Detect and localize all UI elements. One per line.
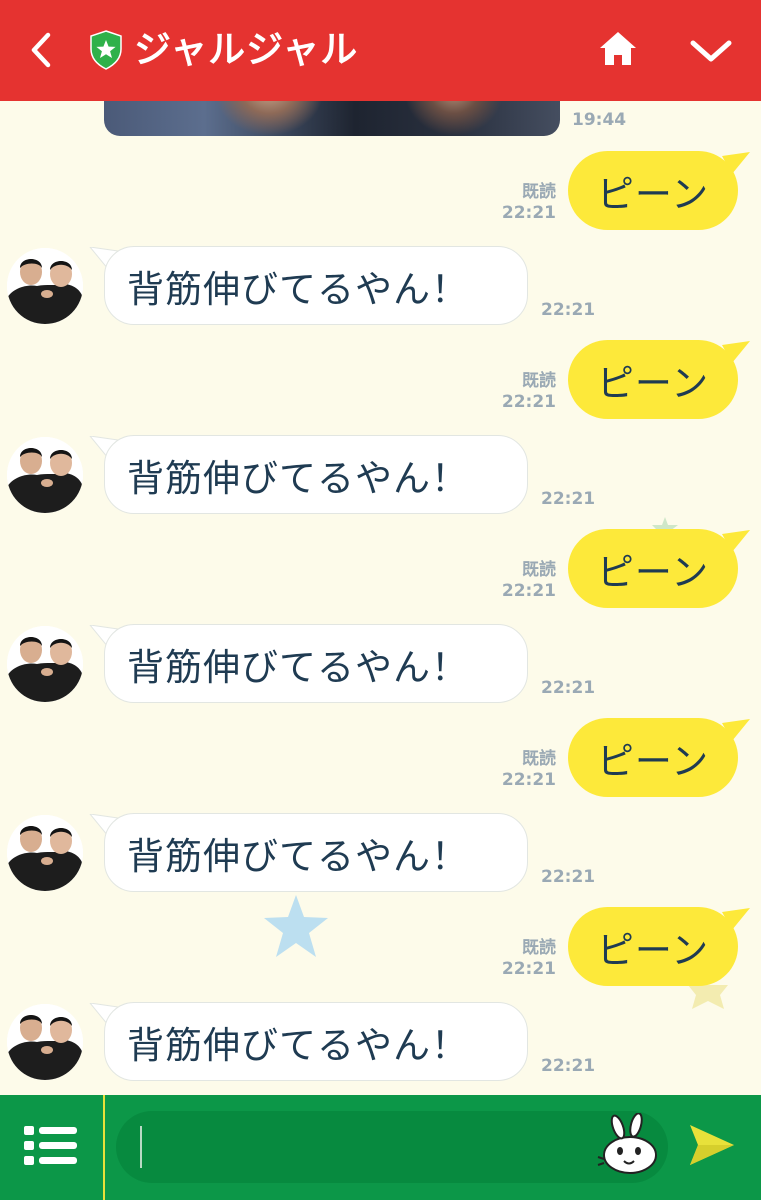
incoming-message: 背筋伸びてるやん！ 22:21 [0, 1002, 761, 1084]
message-timestamp: 22:21 [501, 581, 556, 601]
avatar[interactable] [7, 1004, 83, 1080]
message-input[interactable] [116, 1111, 668, 1183]
outgoing-message: 既読 22:21 ピーン [0, 529, 761, 611]
outgoing-message: 既読 22:21 ピーン [0, 718, 761, 800]
back-button[interactable] [26, 32, 56, 68]
message-bubble[interactable]: 背筋伸びてるやん！ [104, 246, 528, 325]
message-text: ピーン [596, 172, 710, 216]
back-arrow-icon [31, 32, 51, 68]
avatar[interactable] [7, 437, 83, 513]
text-cursor [140, 1126, 142, 1168]
message-text: ピーン [596, 550, 710, 594]
message-bubble[interactable]: ピーン [568, 340, 738, 419]
chat-area[interactable]: 19:44 既読 22:21 ピーン 背筋伸びてるやん！ 22:21 既読 22… [0, 101, 761, 1095]
message-bubble[interactable]: 背筋伸びてるやん！ [104, 435, 528, 514]
photo-timestamp: 19:44 [572, 110, 627, 130]
outgoing-message: 既読 22:21 ピーン [0, 151, 761, 233]
read-receipt: 既読 [522, 182, 556, 202]
home-icon[interactable] [597, 28, 639, 70]
message-timestamp: 22:21 [501, 959, 556, 979]
chat-title: ジャルジャル [134, 28, 359, 71]
message-timestamp: 22:21 [501, 770, 556, 790]
message-timestamp: 22:21 [541, 489, 596, 509]
message-text: 背筋伸びてるやん！ [127, 267, 469, 311]
message-bubble[interactable]: ピーン [568, 529, 738, 608]
message-bubble[interactable]: 背筋伸びてるやん！ [104, 1002, 528, 1081]
message-bubble[interactable]: ピーン [568, 718, 738, 797]
message-text: 背筋伸びてるやん！ [127, 456, 469, 500]
message-bubble[interactable]: ピーン [568, 907, 738, 986]
incoming-message: 背筋伸びてるやん！ 22:21 [0, 246, 761, 328]
sticker-icon[interactable] [596, 1113, 660, 1177]
shield-star-icon [90, 30, 122, 70]
message-text: ピーン [596, 928, 710, 972]
message-timestamp: 22:21 [541, 1056, 596, 1076]
message-timestamp: 22:21 [541, 300, 596, 320]
read-receipt: 既読 [522, 749, 556, 769]
read-receipt: 既読 [522, 560, 556, 580]
message-timestamp: 22:21 [501, 392, 556, 412]
message-text: 背筋伸びてるやん！ [127, 1023, 469, 1067]
message-text: ピーン [596, 739, 710, 783]
chevron-down-icon[interactable] [688, 34, 734, 68]
read-receipt: 既読 [522, 371, 556, 391]
message-bubble[interactable]: 背筋伸びてるやん！ [104, 624, 528, 703]
message-timestamp: 22:21 [541, 867, 596, 887]
message-bubble[interactable]: ピーン [568, 151, 738, 230]
incoming-message: 背筋伸びてるやん！ 22:21 [0, 813, 761, 895]
menu-list-icon[interactable] [24, 1126, 80, 1166]
avatar[interactable] [7, 248, 83, 324]
divider [103, 1095, 105, 1200]
send-icon[interactable] [688, 1123, 736, 1167]
outgoing-message: 既読 22:21 ピーン [0, 907, 761, 989]
photo-message[interactable] [104, 101, 560, 136]
message-text: 背筋伸びてるやん！ [127, 645, 469, 689]
message-timestamp: 22:21 [541, 678, 596, 698]
outgoing-message: 既読 22:21 ピーン [0, 340, 761, 422]
read-receipt: 既読 [522, 938, 556, 958]
incoming-message: 背筋伸びてるやん！ 22:21 [0, 435, 761, 517]
message-bubble[interactable]: 背筋伸びてるやん！ [104, 813, 528, 892]
chat-header: ジャルジャル [0, 0, 761, 101]
message-text: 背筋伸びてるやん！ [127, 834, 469, 878]
message-text: ピーン [596, 361, 710, 405]
message-input-bar [0, 1095, 761, 1200]
avatar[interactable] [7, 815, 83, 891]
message-timestamp: 22:21 [501, 203, 556, 223]
avatar[interactable] [7, 626, 83, 702]
incoming-message: 背筋伸びてるやん！ 22:21 [0, 624, 761, 706]
